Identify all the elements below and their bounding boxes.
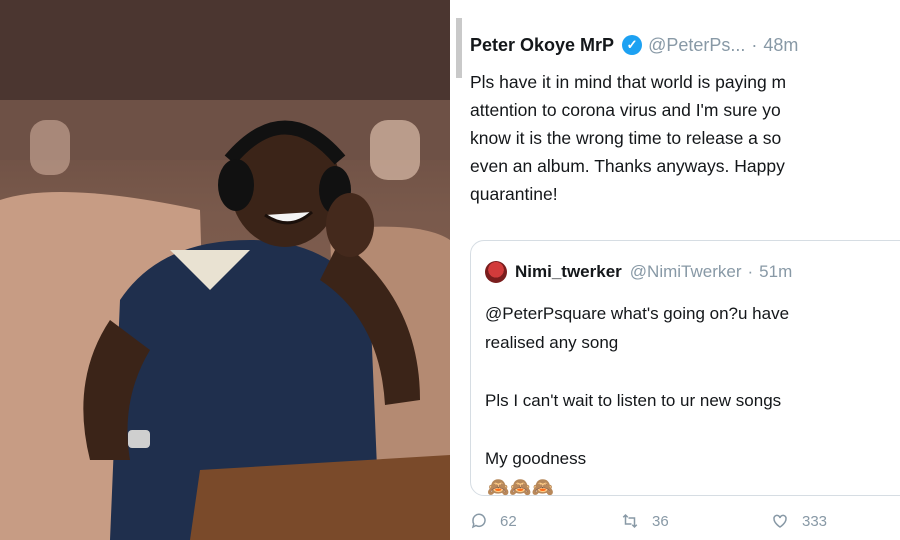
separator-dot: ·	[751, 35, 758, 55]
reply-count: 62	[500, 512, 517, 530]
quoted-text-line: @PeterPsquare what's going on?u have	[485, 304, 790, 323]
see-no-evil-monkey-emoji: 🙈🙈🙈	[487, 477, 555, 497]
verified-badge-icon: ✓	[622, 35, 643, 55]
photo	[0, 0, 450, 540]
author-name[interactable]: Peter Okoye MrP	[470, 34, 614, 56]
like-count: 333	[802, 512, 828, 530]
quoted-tweet-text: @PeterPsquare what's going on?u have rea…	[485, 299, 900, 502]
quoted-author-name[interactable]: Nimi_twerker	[515, 262, 622, 282]
tweet-text-line: even an album. Thanks anyways. Happy	[470, 156, 785, 176]
tweet-header: Peter Okoye MrP ✓ @PeterPs... · 48m	[470, 34, 798, 56]
reply-icon	[471, 513, 486, 529]
quoted-author-handle[interactable]: @NimiTwerker	[630, 262, 742, 282]
reply-button[interactable]: 62	[470, 512, 620, 530]
quoted-author-avatar[interactable]	[485, 261, 507, 283]
quoted-tweet-header: Nimi_twerker @NimiTwerker · 51m	[485, 261, 792, 283]
quoted-text-line: Pls I can't wait to listen to ur new son…	[485, 391, 782, 410]
tweet-text: Pls have it in mind that world is paying…	[470, 68, 900, 208]
separator-dot: ·	[747, 262, 754, 281]
tweet-actions: 62 36 333	[470, 512, 900, 530]
quoted-text-line: My goodness 🙈🙈🙈	[485, 444, 900, 502]
quoted-text-line: realised any song	[485, 333, 619, 352]
tweet-time[interactable]: 48m	[763, 34, 798, 56]
heart-icon	[773, 514, 787, 528]
like-button[interactable]: 333	[770, 512, 900, 530]
quoted-text-last: My goodness	[485, 449, 587, 468]
tweet-text-line: Pls have it in mind that world is paying…	[470, 72, 787, 92]
author-handle[interactable]: @PeterPs...	[648, 34, 745, 56]
tweet-text-line: know it is the wrong time to release a s…	[470, 128, 782, 148]
author-avatar[interactable]	[456, 18, 462, 78]
photo-illustration	[0, 0, 450, 540]
retweet-button[interactable]: 36	[620, 512, 770, 530]
retweet-count: 36	[652, 512, 669, 530]
retweet-icon	[622, 513, 638, 529]
quoted-tweet[interactable]: Nimi_twerker @NimiTwerker · 51m @PeterPs…	[470, 240, 900, 497]
tweet-card[interactable]: Peter Okoye MrP ✓ @PeterPs... · 48m Pls …	[450, 0, 900, 540]
quoted-tweet-time[interactable]: 51m	[759, 262, 792, 282]
tweet-text-line: attention to corona virus and I'm sure y…	[470, 100, 781, 120]
tweet-text-line: quarantine!	[470, 184, 558, 204]
